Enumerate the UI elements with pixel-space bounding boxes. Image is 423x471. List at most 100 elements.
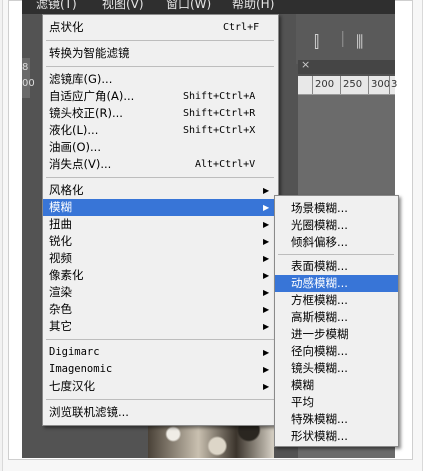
menu-separator xyxy=(46,177,274,178)
menu-separator xyxy=(46,339,274,340)
menu-item-qidu-hanhua[interactable]: 七度汉化 ▶ xyxy=(43,378,278,395)
left-ruler-label: 00 xyxy=(22,78,35,89)
menubar: 滤镜(T) 视图(V) 窗口(W) 帮助(H) xyxy=(22,0,395,14)
menu-item-pixelate[interactable]: 像素化 ▶ xyxy=(43,267,278,284)
submenu-arrow-icon: ▶ xyxy=(263,365,270,374)
menu-item-label: 表面模糊... xyxy=(291,259,348,273)
menu-item-label: 进一步模糊 xyxy=(291,327,349,341)
menu-separator xyxy=(46,399,274,400)
menu-view[interactable]: 视图(V) xyxy=(102,0,144,12)
menu-item-imagenomic[interactable]: Imagenomic ▶ xyxy=(43,361,278,378)
submenu-arrow-icon: ▶ xyxy=(263,203,270,212)
submenu-item-tilt-shift[interactable]: 倾斜偏移... xyxy=(275,234,398,251)
menu-item-label: 浏览联机滤镜... xyxy=(49,405,129,419)
submenu-item-box-blur[interactable]: 方框模糊... xyxy=(275,292,398,309)
menu-item-render[interactable]: 渲染 ▶ xyxy=(43,284,278,301)
close-tab-icon[interactable]: × xyxy=(301,58,310,71)
menu-item-vanishing-point[interactable]: 消失点(V)... Alt+Ctrl+V xyxy=(43,156,278,173)
document-tab[interactable]: × xyxy=(298,58,395,74)
menu-item-sharpen[interactable]: 锐化 ▶ xyxy=(43,233,278,250)
menu-item-noise[interactable]: 杂色 ▶ xyxy=(43,301,278,318)
submenu-arrow-icon: ▶ xyxy=(263,237,270,246)
submenu-item-shape-blur[interactable]: 形状模糊... xyxy=(275,428,398,445)
menu-filter[interactable]: 滤镜(T) xyxy=(36,0,77,12)
menu-item-label: Digimarc xyxy=(49,346,100,358)
menu-item-digimarc[interactable]: Digimarc ▶ xyxy=(43,344,278,361)
menu-item-label: 特殊模糊... xyxy=(291,412,348,426)
submenu-item-smart-blur[interactable]: 特殊模糊... xyxy=(275,411,398,428)
menu-item-label: 转换为智能滤镜 xyxy=(49,46,130,60)
submenu-item-blur[interactable]: 模糊 xyxy=(275,377,398,394)
menu-item-label: 平均 xyxy=(291,395,314,409)
menu-item-filter-gallery[interactable]: 滤镜库(G)... xyxy=(43,71,278,88)
submenu-arrow-icon: ▶ xyxy=(263,288,270,297)
submenu-item-lens-blur[interactable]: 镜头模糊... xyxy=(275,360,398,377)
submenu-arrow-icon: ▶ xyxy=(263,271,270,280)
distribute-icon[interactable]: ⫼ xyxy=(356,32,363,52)
menu-item-label: 消失点(V)... xyxy=(49,157,112,171)
menu-item-label: 七度汉化 xyxy=(49,379,95,393)
submenu-arrow-icon: ▶ xyxy=(263,186,270,195)
menu-item-label: 高斯模糊... xyxy=(291,310,348,324)
menu-separator xyxy=(46,40,274,41)
submenu-item-average[interactable]: 平均 xyxy=(275,394,398,411)
menu-item-oil-paint[interactable]: 油画(O)... xyxy=(43,139,278,156)
menu-separator xyxy=(46,66,274,67)
menu-item-label: 动感模糊... xyxy=(291,276,348,290)
left-ruler-label: 8 xyxy=(22,62,29,73)
menu-item-label: 液化(L)... xyxy=(49,123,99,137)
menu-window[interactable]: 窗口(W) xyxy=(166,0,211,12)
menu-item-label: 径向模糊... xyxy=(291,344,348,358)
menu-item-label: 像素化 xyxy=(49,268,84,282)
menu-item-label: 自适应广角(A)... xyxy=(49,89,135,103)
submenu-arrow-icon: ▶ xyxy=(263,322,270,331)
submenu-item-motion-blur[interactable]: 动感模糊... xyxy=(275,275,398,292)
ruler-tick: 3 xyxy=(391,79,398,90)
menu-item-lens-correction[interactable]: 镜头校正(R)... Shift+Ctrl+R xyxy=(43,105,278,122)
menu-item-convert-smart[interactable]: 转换为智能滤镜 xyxy=(43,45,278,62)
menu-item-adaptive-wide-angle[interactable]: 自适应广角(A)... Shift+Ctrl+A xyxy=(43,88,278,105)
submenu-arrow-icon: ▶ xyxy=(263,382,270,391)
submenu-arrow-icon: ▶ xyxy=(263,220,270,229)
ruler-tick: 200 xyxy=(315,79,335,90)
submenu-item-gaussian-blur[interactable]: 高斯模糊... xyxy=(275,309,398,326)
menu-item-last-filter[interactable]: 点状化 Ctrl+F xyxy=(43,19,278,36)
align-icon[interactable]: ⫿ xyxy=(314,32,319,52)
menu-item-label: 倾斜偏移... xyxy=(291,235,348,249)
shortcut-label: Shift+Ctrl+X xyxy=(183,125,256,136)
menu-help[interactable]: 帮助(H) xyxy=(232,0,274,12)
menu-item-label: 点状化 xyxy=(49,20,84,34)
menu-item-label: 镜头校正(R)... xyxy=(49,106,123,120)
menu-item-label: 视频 xyxy=(49,251,72,265)
menu-item-liquify[interactable]: 液化(L)... Shift+Ctrl+X xyxy=(43,122,278,139)
menu-item-label: 杂色 xyxy=(49,302,72,316)
ruler-tick: 300 xyxy=(371,79,391,90)
menu-item-video[interactable]: 视频 ▶ xyxy=(43,250,278,267)
left-ruler-strip: 8 00 xyxy=(22,58,35,98)
submenu-item-surface-blur[interactable]: 表面模糊... xyxy=(275,258,398,275)
submenu-arrow-icon: ▶ xyxy=(263,305,270,314)
submenu-item-iris-blur[interactable]: 光圈模糊... xyxy=(275,217,398,234)
menu-item-label: 光圈模糊... xyxy=(291,218,348,232)
menu-item-label: 锐化 xyxy=(49,234,72,248)
menu-item-label: 滤镜库(G)... xyxy=(49,72,113,86)
menu-item-stylize[interactable]: 风格化 ▶ xyxy=(43,182,278,199)
horizontal-ruler: 200 250 300 3 xyxy=(298,76,398,95)
submenu-arrow-icon: ▶ xyxy=(263,254,270,263)
menu-item-label: 渲染 xyxy=(49,285,72,299)
submenu-item-field-blur[interactable]: 场景模糊... xyxy=(275,200,398,217)
menu-item-browse-online[interactable]: 浏览联机滤镜... xyxy=(43,404,278,421)
shortcut-label: Shift+Ctrl+R xyxy=(183,108,256,119)
menu-item-label: Imagenomic xyxy=(49,363,113,375)
submenu-item-radial-blur[interactable]: 径向模糊... xyxy=(275,343,398,360)
filter-menu: 点状化 Ctrl+F 转换为智能滤镜 滤镜库(G)... 自适应广角(A)...… xyxy=(42,14,279,426)
menu-item-other[interactable]: 其它 ▶ xyxy=(43,318,278,335)
submenu-item-blur-more[interactable]: 进一步模糊 xyxy=(275,326,398,343)
menu-item-blur[interactable]: 模糊 ▶ xyxy=(43,199,278,216)
menu-separator xyxy=(278,254,394,255)
blur-submenu: 场景模糊... 光圈模糊... 倾斜偏移... 表面模糊... 动感模糊... … xyxy=(274,195,399,447)
menu-item-label: 油画(O)... xyxy=(49,140,101,154)
menu-item-label: 其它 xyxy=(49,319,72,333)
shortcut-label: Alt+Ctrl+V xyxy=(195,159,256,170)
menu-item-distort[interactable]: 扭曲 ▶ xyxy=(43,216,278,233)
